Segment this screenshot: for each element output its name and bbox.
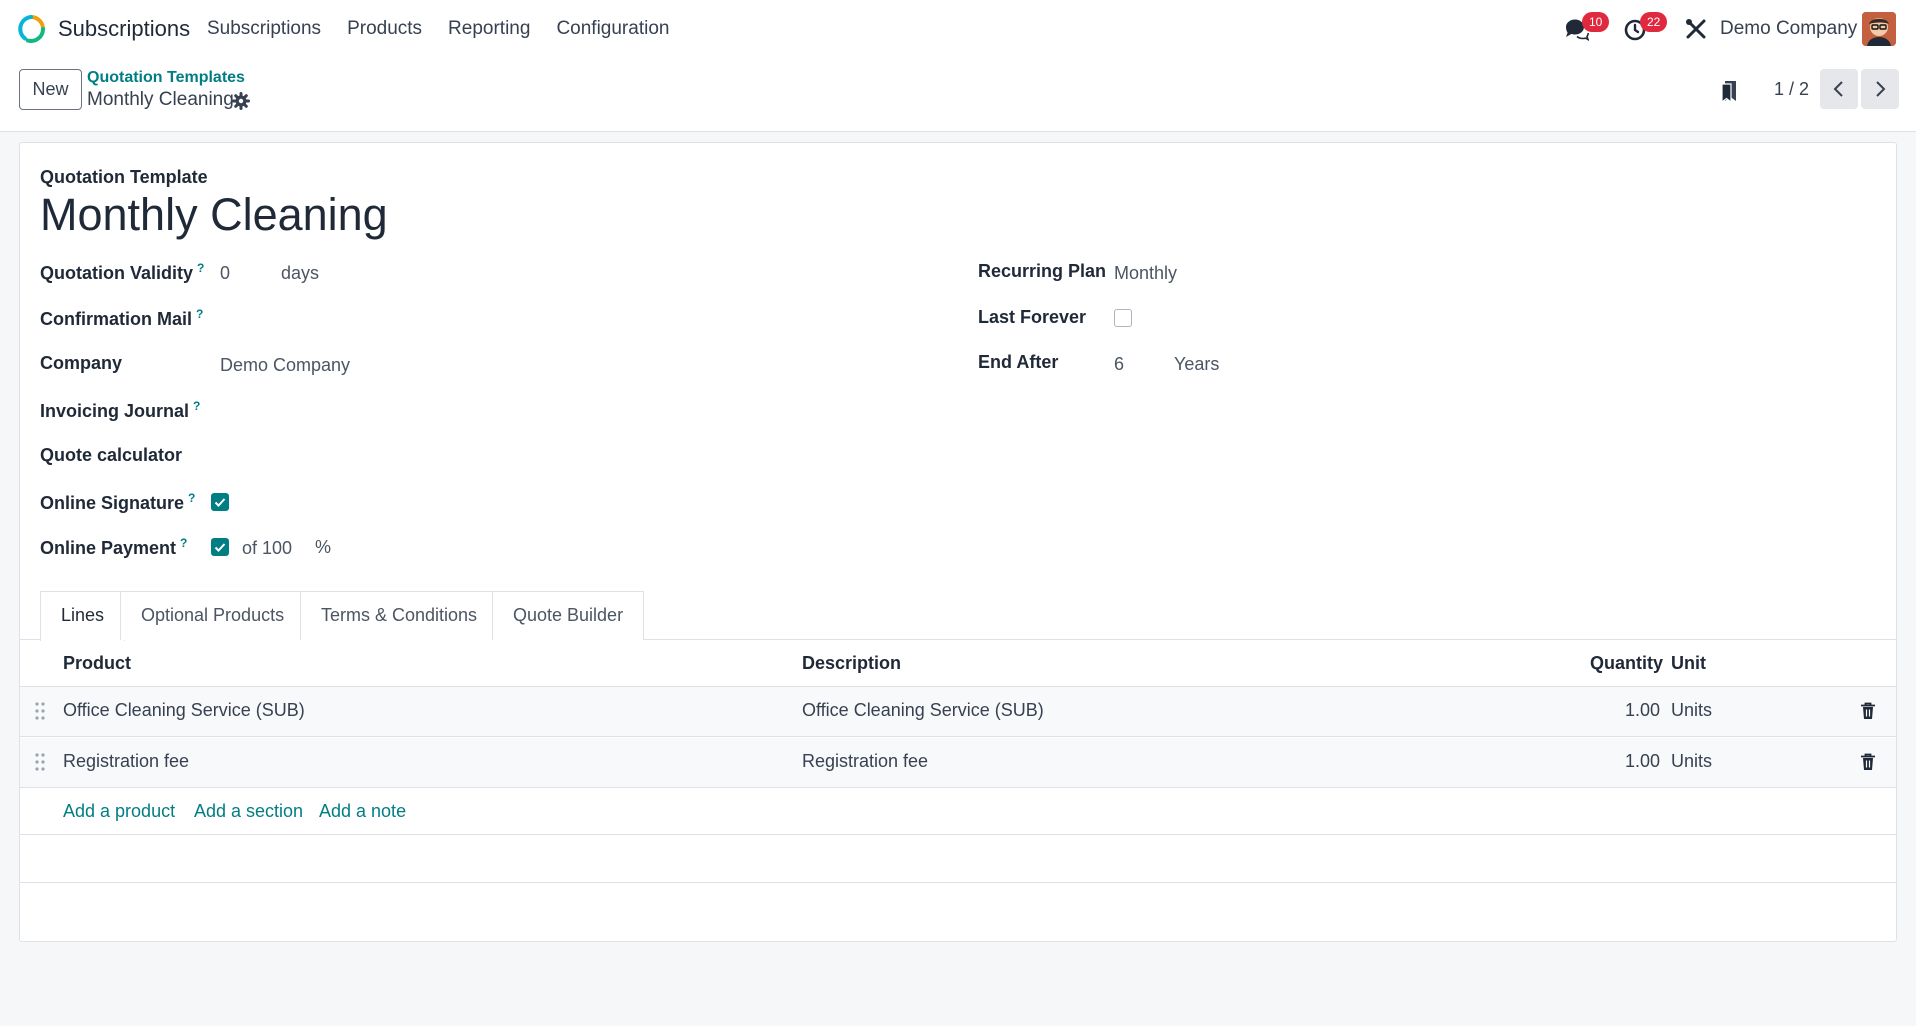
recurring-plan-field[interactable]: Monthly: [1114, 263, 1177, 284]
prepayment-percent-symbol: %: [315, 537, 332, 557]
confirmation-mail-label: Confirmation Mail?: [40, 307, 204, 329]
add-product-link[interactable]: Add a product: [63, 801, 175, 822]
tab-quote-builder[interactable]: Quote Builder: [492, 591, 645, 640]
help-icon[interactable]: ?: [197, 261, 204, 275]
row-quantity[interactable]: 1.00: [1625, 700, 1660, 721]
online-payment-checkbox[interactable]: [211, 538, 229, 556]
record-type-label: Quotation Template: [40, 167, 208, 187]
row-description[interactable]: Registration fee: [802, 751, 928, 772]
row-unit[interactable]: Units: [1671, 751, 1712, 772]
menu-products[interactable]: Products: [347, 18, 422, 40]
column-description[interactable]: Description: [802, 653, 901, 674]
trash-icon[interactable]: [1860, 753, 1876, 771]
activities-badge: 22: [1640, 12, 1668, 32]
tab-lines[interactable]: Lines: [40, 591, 126, 641]
gear-icon[interactable]: [232, 92, 250, 110]
table-row[interactable]: Office Cleaning Service (SUB) Office Cle…: [20, 687, 1896, 737]
pager-next-button[interactable]: [1861, 69, 1899, 109]
form-sheet: Quotation Template Monthly Cleaning Quot…: [19, 142, 1897, 942]
quote-calculator-label: Quote calculator: [40, 445, 183, 465]
help-icon[interactable]: ?: [188, 491, 195, 505]
column-quantity[interactable]: Quantity: [1590, 653, 1663, 674]
menu-reporting[interactable]: Reporting: [448, 18, 530, 40]
end-after-input[interactable]: 6: [1114, 354, 1124, 375]
row-quantity[interactable]: 1.00: [1625, 751, 1660, 772]
trash-icon[interactable]: [1860, 702, 1876, 720]
row-product[interactable]: Registration fee: [63, 751, 189, 772]
breadcrumb-current: Monthly Cleaning: [87, 89, 234, 110]
add-line-links: Add a product Add a section Add a note: [20, 788, 1896, 835]
company-switcher[interactable]: Demo Company: [1720, 18, 1857, 40]
company-field[interactable]: Demo Company: [220, 355, 350, 376]
tools-icon[interactable]: [1683, 16, 1709, 42]
app-logo-icon[interactable]: [16, 14, 46, 44]
breadcrumb-parent[interactable]: Quotation Templates: [87, 69, 245, 87]
chevron-right-icon: [1876, 81, 1886, 97]
online-payment-label: Online Payment?: [40, 536, 188, 558]
end-after-unit[interactable]: Years: [1174, 354, 1219, 375]
column-unit[interactable]: Unit: [1671, 653, 1706, 674]
company-label: Company: [40, 353, 123, 373]
add-section-link[interactable]: Add a section: [194, 801, 303, 822]
main-menu: Subscriptions Products Reporting Configu…: [207, 18, 695, 40]
new-button[interactable]: New: [19, 69, 82, 110]
drag-handle-icon[interactable]: [34, 701, 46, 721]
prepayment-percent-input[interactable]: of 100: [242, 538, 292, 559]
tab-optional-products[interactable]: Optional Products: [120, 591, 306, 640]
tab-terms-conditions[interactable]: Terms & Conditions: [300, 591, 499, 640]
add-note-link[interactable]: Add a note: [319, 801, 406, 822]
notebook-tabs: Lines Optional Products Terms & Conditio…: [20, 591, 1896, 641]
help-icon[interactable]: ?: [180, 536, 187, 550]
row-product[interactable]: Office Cleaning Service (SUB): [63, 700, 305, 721]
check-icon: [214, 498, 226, 507]
table-row[interactable]: Registration fee Registration fee 1.00 U…: [20, 738, 1896, 788]
help-icon[interactable]: ?: [196, 307, 203, 321]
pager-previous-button[interactable]: [1820, 69, 1858, 109]
end-after-label: End After: [978, 352, 1059, 372]
last-forever-label: Last Forever: [978, 307, 1087, 327]
last-forever-checkbox[interactable]: [1114, 309, 1132, 327]
control-panel: New Quotation Templates Monthly Cleaning…: [0, 58, 1916, 132]
messages-badge: 10: [1582, 12, 1610, 32]
help-icon[interactable]: ?: [193, 399, 200, 413]
top-navbar: Subscriptions Subscriptions Products Rep…: [0, 0, 1916, 58]
invoicing-journal-label: Invoicing Journal?: [40, 399, 201, 421]
chevron-left-icon: [1833, 81, 1843, 97]
row-description[interactable]: Office Cleaning Service (SUB): [802, 700, 1044, 721]
quotation-validity-input[interactable]: 0: [220, 263, 230, 284]
online-signature-checkbox[interactable]: [211, 493, 229, 511]
row-unit[interactable]: Units: [1671, 700, 1712, 721]
lines-table-header: Product Description Quantity Unit: [20, 640, 1896, 687]
menu-subscriptions[interactable]: Subscriptions: [207, 18, 321, 40]
menu-configuration[interactable]: Configuration: [556, 18, 669, 40]
app-name[interactable]: Subscriptions: [58, 16, 190, 42]
pager-value[interactable]: 1 / 2: [1774, 79, 1809, 100]
user-avatar-icon: [1862, 12, 1896, 46]
quotation-validity-label: Quotation Validity?: [40, 261, 205, 283]
bookmark-icon[interactable]: [1718, 78, 1740, 104]
quotation-validity-unit: days: [281, 263, 320, 283]
recurring-plan-label: Recurring Plan: [978, 261, 1107, 281]
online-signature-label: Online Signature?: [40, 491, 196, 513]
empty-table-row: [20, 835, 1896, 883]
column-product[interactable]: Product: [63, 653, 131, 674]
drag-handle-icon[interactable]: [34, 752, 46, 772]
template-name-field[interactable]: Monthly Cleaning: [40, 189, 388, 241]
check-icon: [214, 543, 226, 552]
avatar[interactable]: [1862, 12, 1896, 46]
